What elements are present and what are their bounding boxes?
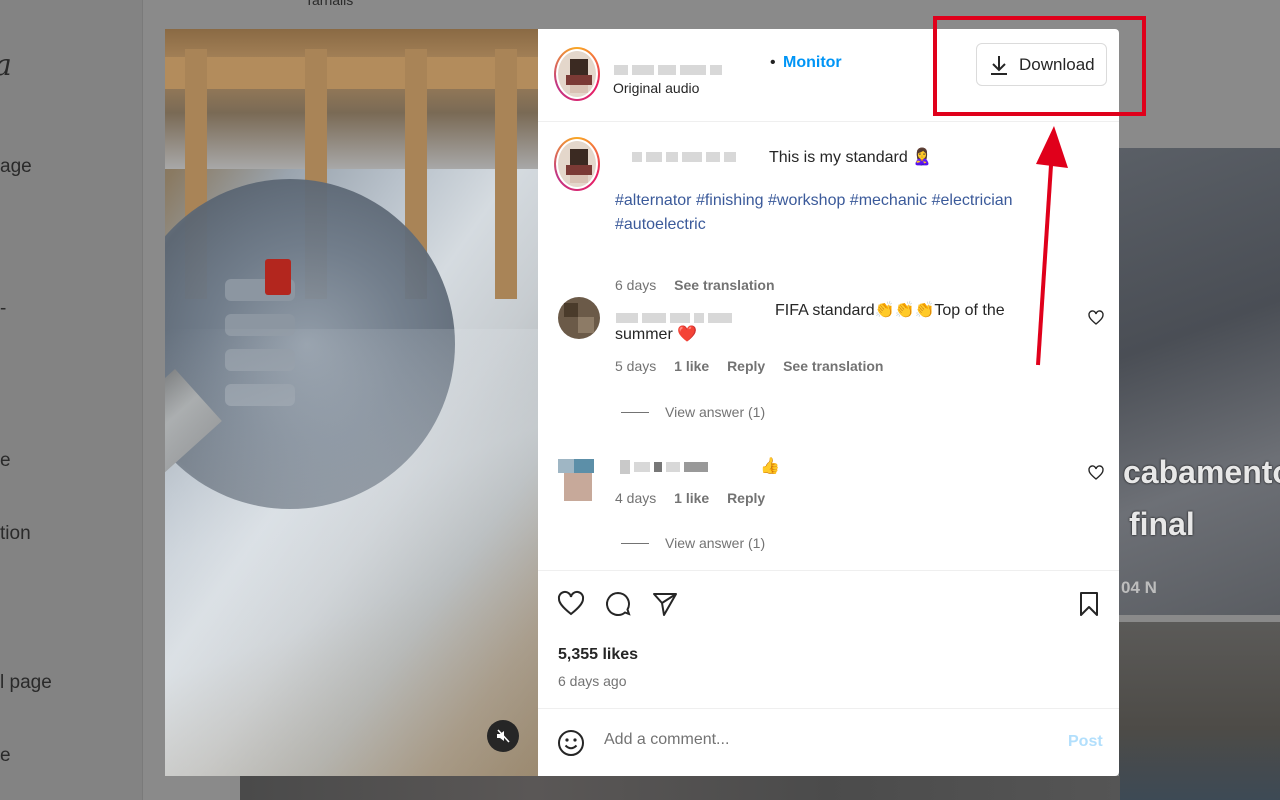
like-comment-heart-icon[interactable] [1088,310,1104,326]
speaker-muted-icon [497,729,510,743]
post-detail-panel: • Monitor Original audio Download This i… [538,29,1119,776]
background-sidebar: a age - e tion l page e [0,0,143,800]
download-icon [991,55,1007,75]
see-translation-link[interactable]: See translation [674,277,774,293]
background-nav-item[interactable]: age [0,156,32,178]
comment-likes[interactable]: 1 like [674,490,709,506]
reply-button[interactable]: Reply [727,490,765,506]
background-post-tile[interactable]: cabamento final 04 N [1119,148,1280,615]
comment-age[interactable]: 4 days [615,490,656,506]
caption-meta: 6 days See translation [615,277,789,293]
view-answers-label: View answer (1) [665,404,766,420]
original-audio-label[interactable]: Original audio [613,80,699,96]
comment-composer: Post [538,708,1119,776]
mute-toggle-button[interactable] [487,720,519,752]
caption-text: This is my standard 🙎‍♀️ [769,149,933,166]
see-translation-link[interactable]: See translation [783,358,883,374]
commenter-username-redacted[interactable] [620,460,708,474]
comment-text: FIFA standard👏👏👏Top of the summer ❤️ [615,302,1005,343]
author-username-redacted[interactable] [614,65,722,75]
background-logo: a [0,48,12,83]
view-answers-button[interactable]: View answer (1) [621,535,765,551]
post-header: • Monitor Original audio Download [538,29,1119,122]
commenter-avatar[interactable] [558,297,600,339]
caption-avatar[interactable] [554,137,600,191]
background-nav-item[interactable]: e [0,450,11,472]
caption-age[interactable]: 6 days [615,277,656,293]
comment-input[interactable] [604,731,1024,749]
commenter-avatar[interactable] [558,459,596,501]
caption-hashtags[interactable]: #alternator #finishing #workshop #mechan… [615,189,1045,237]
download-button[interactable]: Download [976,43,1107,86]
tile-overlay-text: final [1129,506,1195,542]
comment-text: 👍 [760,458,780,475]
author-avatar[interactable] [554,47,600,101]
follow-link[interactable]: Monitor [783,54,842,72]
comment-bubble-icon[interactable] [604,590,632,618]
emoji-smiley-icon[interactable] [557,729,585,757]
view-answers-button[interactable]: View answer (1) [621,404,765,420]
comment-likes[interactable]: 1 like [674,358,709,374]
background-post-tile[interactable] [1119,622,1280,800]
like-heart-icon[interactable] [557,590,585,618]
likes-count[interactable]: 5,355 likes [558,646,638,664]
comment-meta: 5 days 1 like Reply See translation [615,358,897,374]
background-nav-item[interactable]: e [0,745,11,767]
view-answers-label: View answer (1) [665,535,766,551]
like-comment-heart-icon[interactable] [1088,465,1104,481]
comment-meta: 4 days 1 like Reply [615,490,779,506]
background-nav-item[interactable]: tion [0,523,31,545]
post-comment-button[interactable]: Post [1068,733,1103,751]
comment-age[interactable]: 5 days [615,358,656,374]
tile-stat: 04 N [1121,578,1157,597]
video-shelf [165,29,538,299]
save-bookmark-icon[interactable] [1075,590,1103,618]
share-send-icon[interactable] [651,590,679,618]
header-separator: • [770,54,776,71]
background-nav-item[interactable]: - [0,298,6,320]
tile-overlay-text: cabamento [1123,454,1280,490]
background-nav-item[interactable]: l page [0,672,52,694]
reply-button[interactable]: Reply [727,358,765,374]
caption-username-redacted[interactable] [632,152,736,162]
download-label: Download [1019,54,1095,74]
post-actions: 5,355 likes 6 days ago [538,570,1119,708]
background-post-row [240,776,1120,800]
posted-time[interactable]: 6 days ago [558,673,627,689]
post-video[interactable] [165,29,538,776]
background-top-text: Tarhalis [305,0,354,8]
